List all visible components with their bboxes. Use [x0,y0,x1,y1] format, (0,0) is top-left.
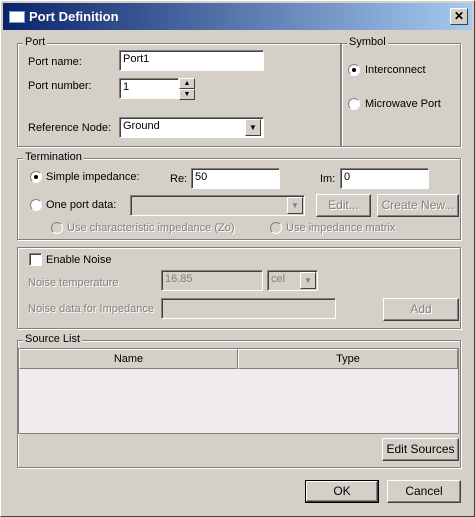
radio-selected-dot [352,68,356,72]
impedance-matrix-label[interactable]: Use impedance matrix [286,222,395,234]
interconnect-label[interactable]: Interconnect [365,64,426,76]
one-port-data-radio[interactable] [30,199,42,211]
port-number-label: Port number: [28,80,92,92]
simple-impedance-radio[interactable] [30,171,42,183]
window-icon [9,11,25,23]
re-input[interactable]: 50 [191,168,280,189]
column-header-name[interactable]: Name [19,349,238,369]
microwave-port-label[interactable]: Microwave Port [365,98,441,110]
termination-legend: Termination [23,151,84,163]
port-legend: Port [23,36,48,48]
noise-temperature-label: Noise temperature [28,277,119,289]
port-name-input[interactable]: Port1 [119,50,264,71]
one-port-data-select[interactable] [130,195,305,216]
enable-noise-checkbox[interactable] [29,253,42,266]
impedance-matrix-radio[interactable] [270,222,282,234]
radio-selected-dot [34,175,38,179]
reference-node-dropdown-icon[interactable]: ▼ [245,119,261,136]
im-input[interactable]: 0 [340,168,429,189]
simple-impedance-label[interactable]: Simple impedance: [46,171,140,183]
add-button[interactable]: Add [383,298,459,321]
port-definition-dialog: Port Definition ✕ Port Port name: Port1 … [0,0,475,517]
cancel-button[interactable]: Cancel [387,480,461,503]
enable-noise-label[interactable]: Enable Noise [46,254,111,266]
ok-button[interactable]: OK [305,480,379,503]
microwave-port-radio[interactable] [348,98,360,110]
spin-down-icon[interactable]: ▼ [179,89,195,100]
im-label: Im: [320,173,336,185]
close-button[interactable]: ✕ [450,8,468,25]
noise-temperature-input[interactable]: 16.85 [161,270,263,291]
edit-button[interactable]: Edit... [316,194,371,217]
symbol-legend: Symbol [347,36,388,48]
noise-data-input[interactable] [161,298,336,319]
port-number-input[interactable]: 1 [119,78,179,99]
source-list-table[interactable]: Name Type [18,348,459,434]
interconnect-radio[interactable] [348,64,360,76]
char-impedance-label[interactable]: Use characteristic impedance (Zo) [67,222,235,234]
char-impedance-radio[interactable] [51,222,63,234]
reference-node-label: Reference Node: [28,122,112,134]
port-name-label: Port name: [28,56,82,68]
create-new-button[interactable]: Create New... [377,194,459,217]
title-bar: Port Definition ✕ [3,3,472,30]
noise-unit-dropdown-icon[interactable]: ▼ [300,272,316,289]
column-header-type[interactable]: Type [238,349,458,369]
re-label: Re: [170,173,188,185]
one-port-data-label[interactable]: One port data: [46,199,116,211]
noise-data-label: Noise data for Impedance [28,303,154,315]
spin-up-icon[interactable]: ▲ [179,78,195,89]
reference-node-select[interactable]: Ground [119,117,264,138]
source-list-legend: Source List [23,333,83,345]
symbol-group [341,43,461,147]
edit-sources-button[interactable]: Edit Sources [382,438,459,461]
one-port-dropdown-icon[interactable]: ▼ [287,197,303,214]
window-title: Port Definition [29,9,119,24]
